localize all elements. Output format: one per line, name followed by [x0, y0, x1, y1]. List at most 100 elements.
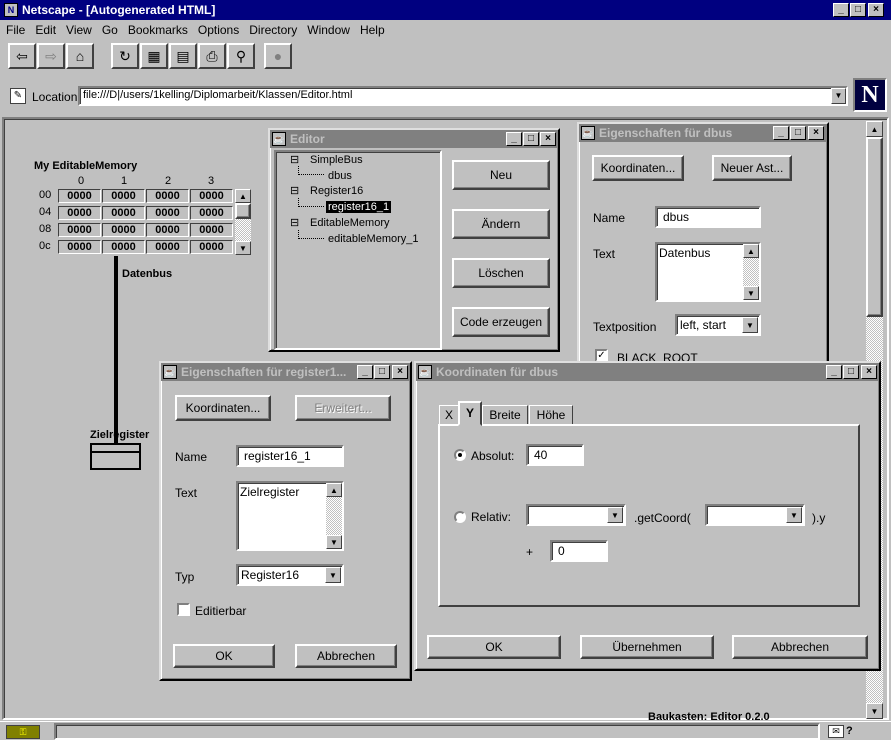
scroll-up-icon[interactable]: ▲	[326, 483, 342, 497]
scroll-thumb[interactable]	[866, 137, 883, 317]
memory-cell[interactable]: 0000	[190, 240, 233, 254]
tree-node[interactable]: SimpleBus	[310, 154, 363, 166]
relative-select[interactable]: ▼	[526, 504, 626, 526]
dbus-minimize-button[interactable]: _	[773, 126, 789, 140]
menu-go[interactable]: Go	[102, 23, 118, 39]
minimize-button[interactable]: _	[833, 3, 849, 17]
menu-options[interactable]: Options	[198, 23, 239, 39]
cancel-button[interactable]: Abbrechen	[295, 644, 397, 668]
memory-cell[interactable]: 0000	[190, 189, 233, 203]
scroll-down-icon[interactable]: ▼	[866, 703, 883, 719]
chevron-down-icon[interactable]: ▼	[742, 317, 758, 333]
menu-window[interactable]: Window	[307, 23, 350, 39]
tab-hoehe[interactable]: Höhe	[529, 405, 573, 425]
scroll-down-icon[interactable]: ▼	[235, 241, 251, 255]
memory-cell[interactable]: 0000	[146, 189, 189, 203]
location-dropdown-icon[interactable]: ▼	[831, 88, 846, 104]
editor-maximize-button[interactable]: □	[523, 132, 539, 146]
relative-radio[interactable]	[454, 511, 466, 523]
register-minimize-button[interactable]: _	[357, 365, 373, 379]
tree-node[interactable]: EditableMemory	[310, 217, 389, 229]
scroll-down-icon[interactable]: ▼	[326, 535, 342, 549]
bus-line[interactable]	[114, 256, 118, 448]
tab-breite[interactable]: Breite	[482, 405, 528, 425]
dbus-maximize-button[interactable]: □	[790, 126, 806, 140]
security-key-icon[interactable]: ⚿	[6, 725, 40, 739]
scroll-up-icon[interactable]: ▲	[866, 121, 883, 137]
tree-node[interactable]: Register16	[310, 185, 363, 197]
menu-help[interactable]: Help	[360, 23, 385, 39]
textarea-scrollbar[interactable]: ▲ ▼	[326, 483, 342, 549]
generate-code-button[interactable]: Code erzeugen	[452, 307, 550, 337]
coords-minimize-button[interactable]: _	[826, 365, 842, 379]
cancel-button[interactable]: Abbrechen	[732, 635, 868, 659]
tree-node[interactable]: editableMemory_1	[328, 233, 419, 245]
scroll-up-icon[interactable]: ▲	[235, 189, 251, 203]
help-icon[interactable]: ?	[846, 725, 858, 738]
register-box[interactable]	[90, 443, 141, 470]
memory-cell[interactable]: 0000	[102, 206, 145, 220]
tab-y[interactable]: Y	[458, 401, 482, 426]
memory-cell[interactable]: 0000	[102, 189, 145, 203]
text-area[interactable]: Datenbus ▲ ▼	[655, 242, 761, 302]
change-button[interactable]: Ändern	[452, 209, 550, 239]
tree-expander-icon[interactable]: ⊟	[290, 153, 299, 166]
register-maximize-button[interactable]: □	[374, 365, 390, 379]
images-icon[interactable]: ▦	[140, 43, 168, 69]
tree-expander-icon[interactable]: ⊟	[290, 184, 299, 197]
stop-icon[interactable]: ●	[264, 43, 292, 69]
memory-cell[interactable]: 0000	[146, 223, 189, 237]
menu-view[interactable]: View	[66, 23, 92, 39]
tree-node[interactable]: dbus	[328, 170, 352, 182]
textarea-scrollbar[interactable]: ▲ ▼	[743, 244, 759, 300]
new-button[interactable]: Neu	[452, 160, 550, 190]
reload-icon[interactable]: ↻	[111, 43, 139, 69]
tree-expander-icon[interactable]: ⊟	[290, 216, 299, 229]
memory-cell[interactable]: 0000	[58, 189, 101, 203]
chevron-down-icon[interactable]: ▼	[786, 507, 802, 523]
apply-button[interactable]: Übernehmen	[580, 635, 714, 659]
location-input[interactable]: file:///D|/users/1kelling/Diplomarbeit/K…	[78, 86, 848, 106]
offset-input[interactable]: 0	[550, 540, 608, 562]
coordinates-button[interactable]: Koordinaten...	[175, 395, 271, 421]
register-close-button[interactable]: ×	[392, 365, 408, 379]
menu-file[interactable]: File	[6, 23, 25, 39]
scroll-up-icon[interactable]: ▲	[743, 244, 759, 258]
memory-cell[interactable]: 0000	[58, 206, 101, 220]
name-input[interactable]: dbus	[655, 206, 761, 228]
chevron-down-icon[interactable]: ▼	[325, 567, 341, 583]
absolute-input[interactable]: 40	[526, 444, 584, 466]
open-icon[interactable]: ▤	[169, 43, 197, 69]
memory-cell[interactable]: 0000	[58, 223, 101, 237]
name-input[interactable]: register16_1	[236, 445, 344, 467]
memory-cell[interactable]: 0000	[102, 240, 145, 254]
new-branch-button[interactable]: Neuer Ast...	[712, 155, 792, 181]
editable-checkbox[interactable]	[177, 603, 190, 616]
tab-x[interactable]: X	[439, 405, 459, 425]
menu-bookmarks[interactable]: Bookmarks	[128, 23, 188, 39]
scroll-down-icon[interactable]: ▼	[743, 286, 759, 300]
ok-button[interactable]: OK	[173, 644, 275, 668]
editor-minimize-button[interactable]: _	[506, 132, 522, 146]
ok-button[interactable]: OK	[427, 635, 561, 659]
coords-maximize-button[interactable]: □	[843, 365, 859, 379]
print-icon[interactable]: ⎙	[198, 43, 226, 69]
text-area[interactable]: Zielregister ▲ ▼	[236, 481, 344, 551]
mail-icon[interactable]: ✉	[828, 725, 844, 738]
type-select[interactable]: Register16 ▼	[236, 564, 344, 586]
memory-scrollbar[interactable]: ▲ ▼	[235, 189, 251, 255]
memory-cell[interactable]: 0000	[190, 206, 233, 220]
editor-close-button[interactable]: ×	[540, 132, 556, 146]
home-icon[interactable]: ⌂	[66, 43, 94, 69]
tree-node-selected[interactable]: register16_1	[326, 201, 392, 213]
component-tree[interactable]: ⊟ SimpleBus dbus ⊟ Register16 register16…	[274, 150, 442, 350]
coords-close-button[interactable]: ×	[861, 365, 877, 379]
memory-cell[interactable]: 0000	[146, 240, 189, 254]
forward-icon[interactable]: ⇨	[37, 43, 65, 69]
memory-cell[interactable]: 0000	[190, 223, 233, 237]
memory-cell[interactable]: 0000	[58, 240, 101, 254]
absolute-radio[interactable]	[454, 449, 466, 461]
coordinates-button[interactable]: Koordinaten...	[592, 155, 684, 181]
scroll-thumb[interactable]	[235, 203, 251, 219]
menu-edit[interactable]: Edit	[35, 23, 56, 39]
